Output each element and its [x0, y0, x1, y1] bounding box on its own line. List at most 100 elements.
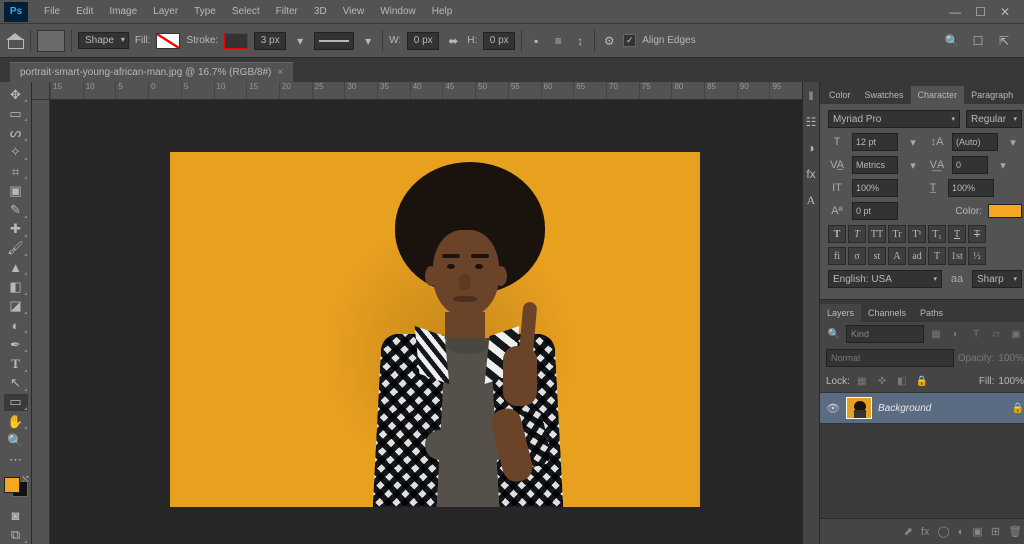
- dropdown-icon[interactable]: ▾: [1004, 133, 1022, 151]
- menu-view[interactable]: View: [335, 1, 373, 23]
- filter-type-icon[interactable]: T: [968, 326, 984, 342]
- path-ops-icon[interactable]: ▪: [528, 33, 544, 49]
- eyedropper-tool[interactable]: ✎: [4, 201, 28, 218]
- close-tab-icon[interactable]: ×: [277, 67, 283, 78]
- ot-fractions[interactable]: ½: [968, 247, 986, 265]
- eraser-tool[interactable]: ◧: [4, 278, 28, 295]
- tab-layers[interactable]: Layers: [820, 304, 861, 322]
- layer-thumbnail[interactable]: [846, 397, 872, 419]
- close-button[interactable]: ✕: [1000, 5, 1010, 19]
- tool-preset[interactable]: [37, 30, 65, 52]
- fx-icon[interactable]: fx: [921, 526, 930, 538]
- stroke-swatch[interactable]: [224, 33, 248, 49]
- menu-window[interactable]: Window: [372, 1, 424, 23]
- tab-character[interactable]: Character: [911, 86, 965, 104]
- tab-swatches[interactable]: Swatches: [858, 86, 911, 104]
- filter-kind-select[interactable]: Kind: [846, 325, 924, 343]
- history-icon[interactable]: ‖: [803, 88, 819, 104]
- menu-select[interactable]: Select: [224, 1, 268, 23]
- font-style-select[interactable]: Regular: [966, 110, 1022, 128]
- delete-icon[interactable]: 🗑: [1008, 525, 1022, 538]
- gradient-tool[interactable]: ◪: [4, 298, 28, 315]
- ot-stylistic[interactable]: ad: [908, 247, 926, 265]
- screenmode-tool[interactable]: ⧉: [4, 527, 28, 544]
- text-color-swatch[interactable]: [988, 204, 1022, 218]
- stroke-style[interactable]: [314, 32, 354, 50]
- glyph-icon[interactable]: A: [803, 192, 819, 208]
- lock-position-icon[interactable]: ✜: [874, 373, 890, 389]
- subscript[interactable]: T₁: [928, 225, 946, 243]
- adjust-icon[interactable]: ◑: [803, 140, 819, 156]
- lock-nesting-icon[interactable]: ◧: [894, 373, 910, 389]
- frame-tool[interactable]: ▣: [4, 182, 28, 199]
- mask-icon[interactable]: ◯: [937, 525, 949, 538]
- chevron-down-icon[interactable]: ▾: [292, 33, 308, 49]
- ot-swash[interactable]: A: [888, 247, 906, 265]
- adjustment-icon[interactable]: ◐: [958, 526, 965, 538]
- foreground-color[interactable]: [4, 477, 20, 493]
- lock-icon[interactable]: 🔒: [1012, 403, 1024, 414]
- ot-titling[interactable]: T: [928, 247, 946, 265]
- minimize-button[interactable]: —: [949, 5, 961, 19]
- clone-tool[interactable]: ▲: [4, 259, 28, 276]
- style-icon[interactable]: fx: [803, 166, 819, 182]
- shape-tool[interactable]: ▭: [4, 394, 28, 411]
- width-input[interactable]: 0 px: [407, 32, 439, 50]
- font-family-select[interactable]: Myriad Pro: [828, 110, 960, 128]
- opacity-value[interactable]: 100%: [998, 353, 1024, 364]
- antialias-select[interactable]: Sharp: [972, 270, 1022, 288]
- align-edges-checkbox[interactable]: [623, 34, 636, 47]
- menu-type[interactable]: Type: [186, 1, 224, 23]
- dropdown-icon[interactable]: ▾: [904, 133, 922, 151]
- dropdown-icon[interactable]: ▾: [994, 156, 1012, 174]
- arrange-icon[interactable]: ↕: [572, 33, 588, 49]
- align-icon[interactable]: ≡: [550, 33, 566, 49]
- ruler-vertical[interactable]: [32, 100, 50, 544]
- hscale-input[interactable]: 100%: [948, 179, 994, 197]
- lasso-tool[interactable]: ᔕ: [4, 124, 28, 141]
- hand-tool[interactable]: ✋: [4, 413, 28, 430]
- brush-tool[interactable]: 🖌: [4, 240, 28, 257]
- strikethrough[interactable]: T: [968, 225, 986, 243]
- vscale-input[interactable]: 100%: [852, 179, 898, 197]
- document-viewport[interactable]: [50, 100, 802, 544]
- menu-filter[interactable]: Filter: [268, 1, 306, 23]
- canvas-image[interactable]: [170, 152, 700, 507]
- link-layers-icon[interactable]: ⬈: [904, 525, 913, 538]
- lock-pixels-icon[interactable]: ▦: [854, 373, 870, 389]
- marquee-tool[interactable]: ▭: [4, 105, 28, 122]
- type-tool[interactable]: T: [4, 355, 28, 372]
- dodge-tool[interactable]: ◐: [4, 317, 28, 334]
- tab-paths[interactable]: Paths: [913, 304, 950, 322]
- gear-icon[interactable]: ⚙: [601, 33, 617, 49]
- baseline-input[interactable]: 0 pt: [852, 202, 898, 220]
- language-select[interactable]: English: USA: [828, 270, 942, 288]
- superscript[interactable]: T¹: [908, 225, 926, 243]
- visibility-icon[interactable]: 👁: [826, 401, 840, 415]
- chevron-down-icon[interactable]: ▾: [360, 33, 376, 49]
- brushes-icon[interactable]: ☷: [803, 114, 819, 130]
- move-tool[interactable]: ✥: [4, 86, 28, 103]
- shape-mode-select[interactable]: Shape: [78, 32, 129, 49]
- layer-row[interactable]: 👁 Background 🔒: [820, 392, 1024, 424]
- fill-swatch[interactable]: [156, 33, 180, 49]
- zoom-tool[interactable]: 🔍: [4, 432, 28, 449]
- fill-value[interactable]: 100%: [998, 376, 1024, 387]
- tab-paragraph[interactable]: Paragraph: [964, 86, 1020, 104]
- magic-wand-tool[interactable]: ✧: [4, 144, 28, 161]
- kerning-input[interactable]: Metrics: [852, 156, 898, 174]
- quickmask-tool[interactable]: ◙: [4, 507, 28, 524]
- new-layer-icon[interactable]: ⊞: [991, 525, 1000, 538]
- height-input[interactable]: 0 px: [483, 32, 515, 50]
- search-icon[interactable]: 🔍: [944, 33, 960, 49]
- pen-tool[interactable]: ✒: [4, 336, 28, 353]
- filter-shape-icon[interactable]: ▱: [988, 326, 1004, 342]
- tab-color[interactable]: Color: [822, 86, 858, 104]
- blend-mode-select[interactable]: Normal: [826, 349, 954, 367]
- all-caps[interactable]: TT: [868, 225, 886, 243]
- font-size-input[interactable]: 12 pt: [852, 133, 898, 151]
- tab-channels[interactable]: Channels: [861, 304, 913, 322]
- document-tab[interactable]: portrait-smart-young-african-man.jpg @ 1…: [10, 62, 293, 82]
- color-swatch[interactable]: ⤭: [4, 477, 28, 498]
- filter-pixel-icon[interactable]: ▦: [928, 326, 944, 342]
